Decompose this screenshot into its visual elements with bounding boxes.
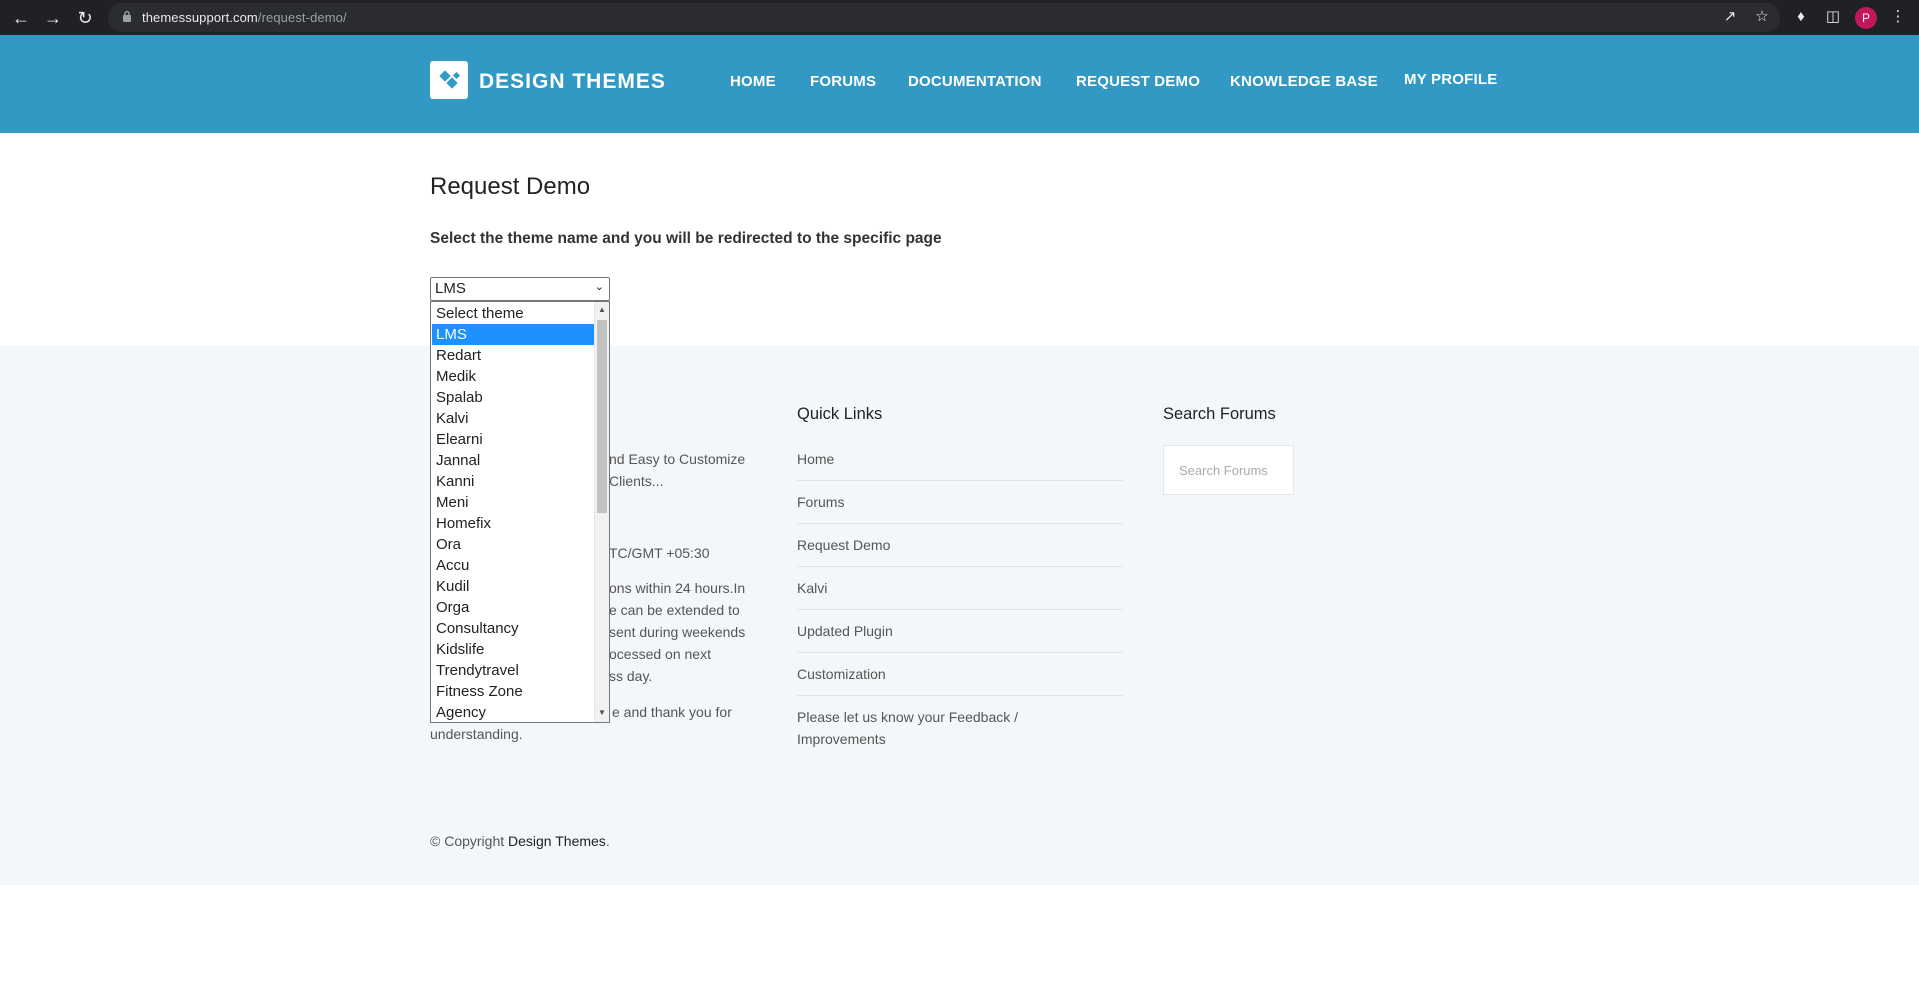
forward-arrow-icon[interactable]: → [41, 6, 65, 30]
about-text-line: e can be extended to [609, 602, 740, 618]
search-forums-input[interactable]: Search Forums [1163, 445, 1294, 495]
dropdown-scrollbar[interactable]: ▲ ▼ [594, 302, 609, 722]
nav-knowledge-base[interactable]: KNOWLEDGE BASE [1230, 73, 1378, 90]
instruction-text: Select the theme name and you will be re… [430, 230, 942, 247]
about-text-line: TC/GMT +05:30 [609, 545, 710, 561]
theme-select[interactable]: LMS ⌄ [430, 277, 610, 301]
more-menu-icon[interactable]: ⋮ [1888, 7, 1908, 27]
option-spalab[interactable]: Spalab [432, 387, 594, 408]
profile-avatar[interactable]: P [1855, 7, 1877, 29]
browser-toolbar: ← → ↻ themessupport.com/request-demo/ ↗ … [0, 0, 1919, 35]
about-text-line: sent during weekends [609, 624, 746, 640]
about-text-line: nd Easy to Customize [609, 451, 746, 467]
url-text: themessupport.com/request-demo/ [142, 10, 347, 25]
logo-text[interactable]: DESIGN THEMES [479, 70, 666, 94]
theme-select-value: LMS [435, 280, 466, 297]
divider [797, 566, 1123, 567]
option-elearni[interactable]: Elearni [432, 429, 594, 450]
option-fitness-zone[interactable]: Fitness Zone [432, 681, 594, 702]
quick-link-customization[interactable]: Customization [797, 663, 1123, 685]
nav-home[interactable]: HOME [730, 73, 776, 90]
option-orga[interactable]: Orga [432, 597, 594, 618]
nav-documentation[interactable]: DOCUMENTATION [908, 73, 1042, 90]
about-text-line: e and thank you for [612, 704, 732, 720]
nav-forums[interactable]: FORUMS [810, 73, 876, 90]
copyright: © Copyright Design Themes. [430, 833, 610, 849]
back-arrow-icon[interactable]: ← [9, 6, 33, 30]
option-homefix[interactable]: Homefix [432, 513, 594, 534]
star-icon[interactable]: ☆ [1752, 7, 1772, 27]
option-kanni[interactable]: Kanni [432, 471, 594, 492]
nav-my-profile[interactable]: MY PROFILE [1404, 71, 1497, 88]
quick-link-kalvi[interactable]: Kalvi [797, 577, 1123, 599]
lock-icon [123, 10, 131, 22]
reload-icon[interactable]: ↻ [73, 6, 97, 30]
divider [797, 652, 1123, 653]
divider [797, 523, 1123, 524]
side-panel-icon[interactable]: ◫ [1823, 7, 1843, 27]
option-redart[interactable]: Redart [432, 345, 594, 366]
about-text-line: ss day. [609, 668, 653, 684]
theme-dropdown-list[interactable]: Select theme LMS Redart Medik Spalab Kal… [430, 301, 610, 723]
option-kidslife[interactable]: Kidslife [432, 639, 594, 660]
option-meni[interactable]: Meni [432, 492, 594, 513]
about-text-line: ons within 24 hours.In [609, 580, 746, 596]
option-jannal[interactable]: Jannal [432, 450, 594, 471]
share-icon[interactable]: ↗ [1720, 7, 1740, 27]
scroll-up-icon[interactable]: ▲ [598, 305, 606, 314]
site-header: DESIGN THEMES HOME FORUMS DOCUMENTATION … [0, 35, 1919, 133]
quick-link-feedback[interactable]: Please let us know your Feedback / Impro… [797, 706, 1047, 750]
page-title: Request Demo [430, 173, 591, 200]
chevron-down-icon: ⌄ [594, 281, 604, 293]
option-ora[interactable]: Ora [432, 534, 594, 555]
divider [797, 695, 1123, 696]
option-medik[interactable]: Medik [432, 366, 594, 387]
logo-icon[interactable] [430, 61, 468, 99]
option-accu[interactable]: Accu [432, 555, 594, 576]
copyright-brand-link[interactable]: Design Themes [508, 833, 606, 849]
option-lms[interactable]: LMS [432, 324, 594, 345]
address-bar[interactable]: themessupport.com/request-demo/ [108, 3, 1780, 32]
about-text-line: ocessed on next [609, 646, 711, 662]
nav-request-demo[interactable]: REQUEST DEMO [1076, 73, 1200, 90]
option-select-theme[interactable]: Select theme [432, 303, 594, 324]
quick-links-heading: Quick Links [797, 405, 883, 423]
extensions-icon[interactable]: ♦ [1791, 7, 1811, 27]
divider [797, 609, 1123, 610]
quick-link-request-demo[interactable]: Request Demo [797, 534, 1123, 556]
about-text-line: understanding. [430, 726, 523, 742]
search-forums-heading: Search Forums [1163, 405, 1276, 423]
divider [797, 480, 1123, 481]
site-footer [0, 346, 1919, 885]
scroll-down-icon[interactable]: ▼ [598, 708, 606, 717]
option-trendytravel[interactable]: Trendytravel [432, 660, 594, 681]
option-kudil[interactable]: Kudil [432, 576, 594, 597]
about-text-line: Clients... [609, 473, 664, 489]
option-agency[interactable]: Agency [432, 702, 594, 722]
quick-link-updated-plugin[interactable]: Updated Plugin [797, 620, 1123, 642]
scroll-thumb[interactable] [597, 320, 607, 513]
option-kalvi[interactable]: Kalvi [432, 408, 594, 429]
quick-link-home[interactable]: Home [797, 448, 1123, 470]
quick-link-forums[interactable]: Forums [797, 491, 1123, 513]
option-consultancy[interactable]: Consultancy [432, 618, 594, 639]
